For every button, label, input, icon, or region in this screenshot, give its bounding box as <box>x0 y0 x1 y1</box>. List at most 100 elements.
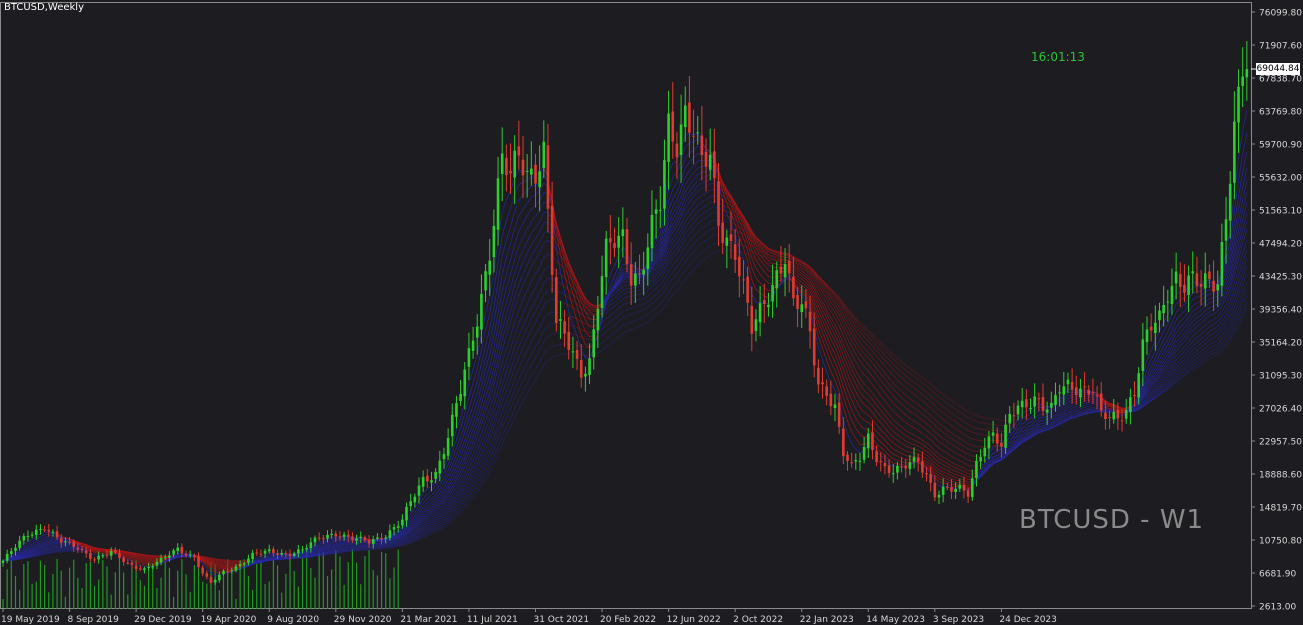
ribbon-segment <box>905 450 911 453</box>
ribbon-segment <box>181 552 187 555</box>
ribbon-segment <box>1196 346 1202 351</box>
ribbon-segment <box>1217 334 1223 340</box>
ribbon-segment <box>456 471 461 480</box>
ribbon-segment <box>947 476 952 480</box>
ribbon-segment <box>418 507 424 514</box>
ribbon-segment <box>626 301 632 304</box>
ribbon-segment <box>44 533 49 536</box>
ribbon-segment <box>697 214 703 219</box>
ribbon-segment <box>618 256 624 267</box>
ribbon-segment <box>872 412 877 419</box>
ribbon-segment <box>834 300 840 308</box>
ribbon-segment <box>867 363 873 370</box>
ribbon-segment <box>859 434 865 438</box>
ribbon-segment <box>493 349 499 369</box>
ribbon-segment <box>543 300 549 306</box>
volume-bar <box>264 583 266 609</box>
volume-bar <box>376 575 378 609</box>
ribbon-segment <box>514 200 520 212</box>
ribbon-segment <box>435 501 441 507</box>
ribbon-segment <box>140 562 145 564</box>
ribbon-segment <box>435 504 441 510</box>
ribbon-segment <box>510 228 516 244</box>
ribbon-segment <box>901 437 906 442</box>
ribbon-segment <box>847 409 853 421</box>
ribbon-segment <box>864 428 869 431</box>
ribbon-segment <box>880 409 886 416</box>
ribbon-segment <box>922 420 927 424</box>
ribbon-segment <box>1076 402 1081 405</box>
ribbon-segment <box>918 453 923 457</box>
chart-window[interactable]: 76099.80 71907.60 67838.70 63769.80 59700.90… <box>0 0 1303 625</box>
volume-bar <box>385 553 387 609</box>
ribbon-segment <box>926 429 931 434</box>
ribbon-segment <box>447 459 453 471</box>
ribbon-segment <box>605 304 611 309</box>
ribbon-segment <box>959 472 965 475</box>
ribbon-segment <box>518 325 524 336</box>
ribbon-segment <box>705 174 711 178</box>
ribbon-segment <box>743 259 749 274</box>
ribbon-segment <box>676 212 682 223</box>
ribbon-segment <box>780 252 786 255</box>
ribbon-segment <box>1042 412 1048 415</box>
ribbon-segment <box>1067 394 1073 397</box>
ribbon-segment <box>689 172 694 179</box>
ribbon-segment <box>1188 345 1194 352</box>
volume-bar <box>360 584 362 609</box>
ribbon-segment <box>942 450 948 454</box>
ribbon-segment <box>926 436 931 441</box>
ribbon-segment <box>892 436 898 441</box>
ribbon-segment <box>922 407 927 412</box>
ribbon-segment <box>618 264 624 274</box>
ribbon-segment <box>888 450 894 455</box>
volume-bar <box>380 551 383 609</box>
ribbon-segment <box>710 194 715 197</box>
ribbon-segment <box>1217 321 1223 327</box>
ribbon-segment <box>1171 338 1177 347</box>
ribbon-segment <box>955 446 960 450</box>
ribbon-segment <box>888 370 894 376</box>
ribbon-segment <box>959 465 965 469</box>
ribbon-segment <box>485 312 491 331</box>
ribbon-segment <box>693 223 699 230</box>
ribbon-segment <box>855 361 861 370</box>
ribbon-segment <box>543 266 549 271</box>
ribbon-segment <box>926 404 931 409</box>
ribbon-segment <box>1204 326 1210 331</box>
ribbon-segment <box>505 274 511 289</box>
ribbon-segment <box>768 275 773 278</box>
ribbon-segment <box>344 539 349 542</box>
ribbon-segment <box>1092 402 1098 404</box>
ribbon-segment <box>418 523 424 528</box>
ribbon-segment <box>518 359 524 369</box>
ribbon-segment <box>589 314 594 316</box>
ribbon-segment <box>1167 305 1173 316</box>
ribbon-segment <box>1179 327 1185 333</box>
ribbon-segment <box>955 479 960 482</box>
ribbon-segment <box>526 281 532 291</box>
ribbon-segment <box>689 141 694 144</box>
ribbon-segment <box>1233 283 1239 297</box>
ribbon-segment <box>522 190 528 196</box>
ribbon-segment <box>48 536 54 539</box>
ribbon-segment <box>535 327 540 336</box>
ribbon-segment <box>1076 397 1081 400</box>
ribbon-segment <box>451 466 457 476</box>
ribbon-segment <box>963 446 969 450</box>
ribbon-segment <box>859 368 865 376</box>
volume-bar <box>306 549 308 609</box>
ribbon-segment <box>947 429 952 434</box>
ribbon-segment <box>855 427 861 435</box>
ribbon-segment <box>705 208 711 213</box>
ribbon-segment <box>689 191 694 198</box>
ribbon-segment <box>913 439 919 443</box>
ribbon-segment <box>631 287 636 289</box>
ribbon-segment <box>539 202 545 212</box>
ribbon-segment <box>959 460 965 464</box>
ribbon-segment <box>1175 355 1181 361</box>
ribbon-segment <box>1175 291 1181 295</box>
ribbon-segment <box>838 338 844 350</box>
ribbon-segment <box>1179 316 1185 322</box>
ribbon-segment <box>943 482 948 485</box>
